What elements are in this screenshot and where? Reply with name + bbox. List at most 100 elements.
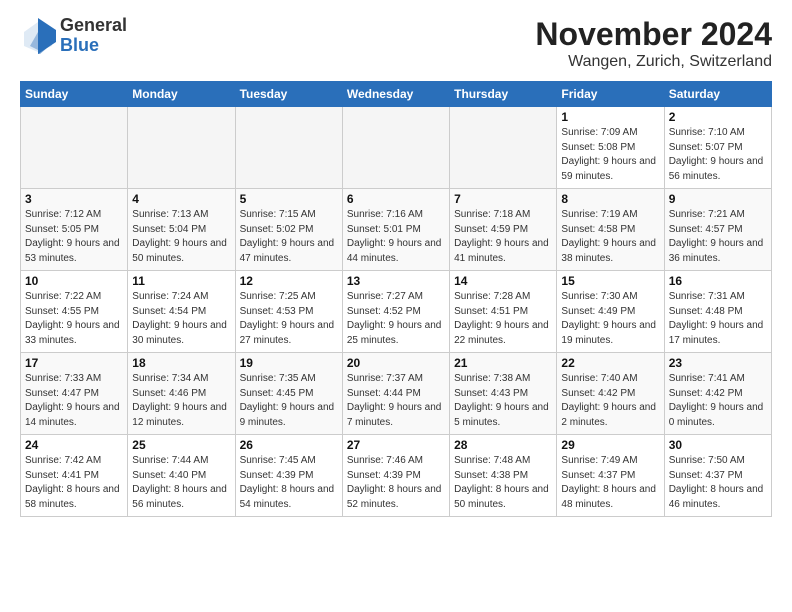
- day-number: 20: [347, 356, 445, 370]
- day-number: 29: [561, 438, 659, 452]
- day-info: Sunrise: 7:31 AM Sunset: 4:48 PM Dayligh…: [669, 290, 767, 348]
- day-info: Sunrise: 7:35 AM Sunset: 4:45 PM Dayligh…: [240, 372, 338, 430]
- day-number: 1: [561, 110, 659, 124]
- day-info: Sunrise: 7:38 AM Sunset: 4:43 PM Dayligh…: [454, 372, 552, 430]
- day-info: Sunrise: 7:10 AM Sunset: 5:07 PM Dayligh…: [669, 126, 767, 184]
- col-friday: Friday: [557, 82, 664, 107]
- day-info: Sunrise: 7:27 AM Sunset: 4:52 PM Dayligh…: [347, 290, 445, 348]
- table-row: 18Sunrise: 7:34 AM Sunset: 4:46 PM Dayli…: [128, 353, 235, 435]
- day-info: Sunrise: 7:16 AM Sunset: 5:01 PM Dayligh…: [347, 208, 445, 266]
- day-number: 7: [454, 192, 552, 206]
- calendar-week-row: 17 Sunrise: 7:33 AM Sunset: 4:47 PM Dayli…: [21, 353, 772, 435]
- day-number: 26: [240, 438, 338, 452]
- col-saturday: Saturday: [664, 82, 771, 107]
- table-row: 9Sunrise: 7:21 AM Sunset: 4:57 PM Daylig…: [664, 189, 771, 271]
- day-number: 17: [25, 356, 123, 370]
- day-number: 8: [561, 192, 659, 206]
- location-title: Wangen, Zurich, Switzerland: [535, 53, 772, 71]
- month-title: November 2024: [535, 16, 772, 53]
- table-row: 23 Sunrise: 7:41 AM Sunset: 4:42 PM Dayli…: [664, 353, 771, 435]
- calendar: Sunday Monday Tuesday Wednesday Thursday…: [20, 81, 772, 517]
- table-row: 27 Sunrise: 7:46 AM Sunset: 4:39 PM Dayli…: [342, 435, 449, 517]
- day-info: Sunrise: 7:33 AM Sunset: 4:47 PM Dayligh…: [25, 372, 123, 430]
- logo-text: General Blue: [60, 16, 127, 56]
- day-info: Sunrise: 7:09 AM Sunset: 5:08 PM Dayligh…: [561, 126, 659, 184]
- day-number: 5: [240, 192, 338, 206]
- day-info: Sunrise: 7:22 AM Sunset: 4:55 PM Dayligh…: [25, 290, 123, 348]
- table-row: 22Sunrise: 7:40 AM Sunset: 4:42 PM Dayli…: [557, 353, 664, 435]
- day-number: 9: [669, 192, 767, 206]
- table-row: 3 Sunrise: 7:12 AM Sunset: 5:05 PM Daylig…: [21, 189, 128, 271]
- day-info: Sunrise: 7:42 AM Sunset: 4:41 PM Dayligh…: [25, 454, 123, 512]
- col-sunday: Sunday: [21, 82, 128, 107]
- day-info: Sunrise: 7:13 AM Sunset: 5:04 PM Dayligh…: [132, 208, 230, 266]
- table-row: 4 Sunrise: 7:13 AM Sunset: 5:04 PM Daylig…: [128, 189, 235, 271]
- day-number: 25: [132, 438, 230, 452]
- day-number: 14: [454, 274, 552, 288]
- day-number: 2: [669, 110, 767, 124]
- header: General Blue November 2024 Wangen, Zuric…: [20, 16, 772, 71]
- day-info: Sunrise: 7:25 AM Sunset: 4:53 PM Dayligh…: [240, 290, 338, 348]
- day-info: Sunrise: 7:49 AM Sunset: 4:37 PM Dayligh…: [561, 454, 659, 512]
- table-row: [342, 107, 449, 189]
- day-number: 4: [132, 192, 230, 206]
- table-row: 30Sunrise: 7:50 AM Sunset: 4:37 PM Dayli…: [664, 435, 771, 517]
- table-row: 24 Sunrise: 7:42 AM Sunset: 4:41 PM Dayli…: [21, 435, 128, 517]
- day-info: Sunrise: 7:50 AM Sunset: 4:37 PM Dayligh…: [669, 454, 767, 512]
- table-row: 12 Sunrise: 7:25 AM Sunset: 4:53 PM Dayli…: [235, 271, 342, 353]
- calendar-week-row: 3 Sunrise: 7:12 AM Sunset: 5:05 PM Daylig…: [21, 189, 772, 271]
- title-area: November 2024 Wangen, Zurich, Switzerlan…: [535, 16, 772, 71]
- day-info: Sunrise: 7:41 AM Sunset: 4:42 PM Dayligh…: [669, 372, 767, 430]
- table-row: [450, 107, 557, 189]
- day-info: Sunrise: 7:15 AM Sunset: 5:02 PM Dayligh…: [240, 208, 338, 266]
- table-row: 7 Sunrise: 7:18 AM Sunset: 4:59 PM Daylig…: [450, 189, 557, 271]
- table-row: 1 Sunrise: 7:09 AM Sunset: 5:08 PM Daylig…: [557, 107, 664, 189]
- day-number: 27: [347, 438, 445, 452]
- table-row: 14Sunrise: 7:28 AM Sunset: 4:51 PM Dayli…: [450, 271, 557, 353]
- day-info: Sunrise: 7:24 AM Sunset: 4:54 PM Dayligh…: [132, 290, 230, 348]
- logo: General Blue: [20, 16, 127, 56]
- col-thursday: Thursday: [450, 82, 557, 107]
- day-number: 11: [132, 274, 230, 288]
- calendar-header-row: Sunday Monday Tuesday Wednesday Thursday…: [21, 82, 772, 107]
- table-row: 19Sunrise: 7:35 AM Sunset: 4:45 PM Dayli…: [235, 353, 342, 435]
- day-number: 16: [669, 274, 767, 288]
- day-info: Sunrise: 7:45 AM Sunset: 4:39 PM Dayligh…: [240, 454, 338, 512]
- day-number: 21: [454, 356, 552, 370]
- day-number: 10: [25, 274, 123, 288]
- day-info: Sunrise: 7:18 AM Sunset: 4:59 PM Dayligh…: [454, 208, 552, 266]
- day-number: 23: [669, 356, 767, 370]
- day-info: Sunrise: 7:46 AM Sunset: 4:39 PM Dayligh…: [347, 454, 445, 512]
- day-info: Sunrise: 7:30 AM Sunset: 4:49 PM Dayligh…: [561, 290, 659, 348]
- page-container: General Blue November 2024 Wangen, Zuric…: [0, 0, 792, 527]
- table-row: 25 Sunrise: 7:44 AM Sunset: 4:40 PM Dayli…: [128, 435, 235, 517]
- day-number: 3: [25, 192, 123, 206]
- table-row: 8 Sunrise: 7:19 AM Sunset: 4:58 PM Daylig…: [557, 189, 664, 271]
- day-info: Sunrise: 7:44 AM Sunset: 4:40 PM Dayligh…: [132, 454, 230, 512]
- table-row: [128, 107, 235, 189]
- day-info: Sunrise: 7:12 AM Sunset: 5:05 PM Dayligh…: [25, 208, 123, 266]
- table-row: [235, 107, 342, 189]
- day-number: 24: [25, 438, 123, 452]
- day-info: Sunrise: 7:19 AM Sunset: 4:58 PM Dayligh…: [561, 208, 659, 266]
- calendar-week-row: 1 Sunrise: 7:09 AM Sunset: 5:08 PM Daylig…: [21, 107, 772, 189]
- day-info: Sunrise: 7:37 AM Sunset: 4:44 PM Dayligh…: [347, 372, 445, 430]
- day-number: 22: [561, 356, 659, 370]
- table-row: 15 Sunrise: 7:30 AM Sunset: 4:49 PM Dayli…: [557, 271, 664, 353]
- table-row: 28 Sunrise: 7:48 AM Sunset: 4:38 PM Dayli…: [450, 435, 557, 517]
- day-number: 18: [132, 356, 230, 370]
- logo-blue: Blue: [60, 36, 127, 56]
- table-row: 21 Sunrise: 7:38 AM Sunset: 4:43 PM Dayli…: [450, 353, 557, 435]
- table-row: 16 Sunrise: 7:31 AM Sunset: 4:48 PM Dayli…: [664, 271, 771, 353]
- day-number: 28: [454, 438, 552, 452]
- day-number: 15: [561, 274, 659, 288]
- day-number: 13: [347, 274, 445, 288]
- day-number: 12: [240, 274, 338, 288]
- table-row: 6 Sunrise: 7:16 AM Sunset: 5:01 PM Daylig…: [342, 189, 449, 271]
- table-row: [21, 107, 128, 189]
- day-number: 6: [347, 192, 445, 206]
- day-info: Sunrise: 7:48 AM Sunset: 4:38 PM Dayligh…: [454, 454, 552, 512]
- table-row: 11 Sunrise: 7:24 AM Sunset: 4:54 PM Dayli…: [128, 271, 235, 353]
- logo-general: General: [60, 16, 127, 36]
- table-row: 17 Sunrise: 7:33 AM Sunset: 4:47 PM Dayli…: [21, 353, 128, 435]
